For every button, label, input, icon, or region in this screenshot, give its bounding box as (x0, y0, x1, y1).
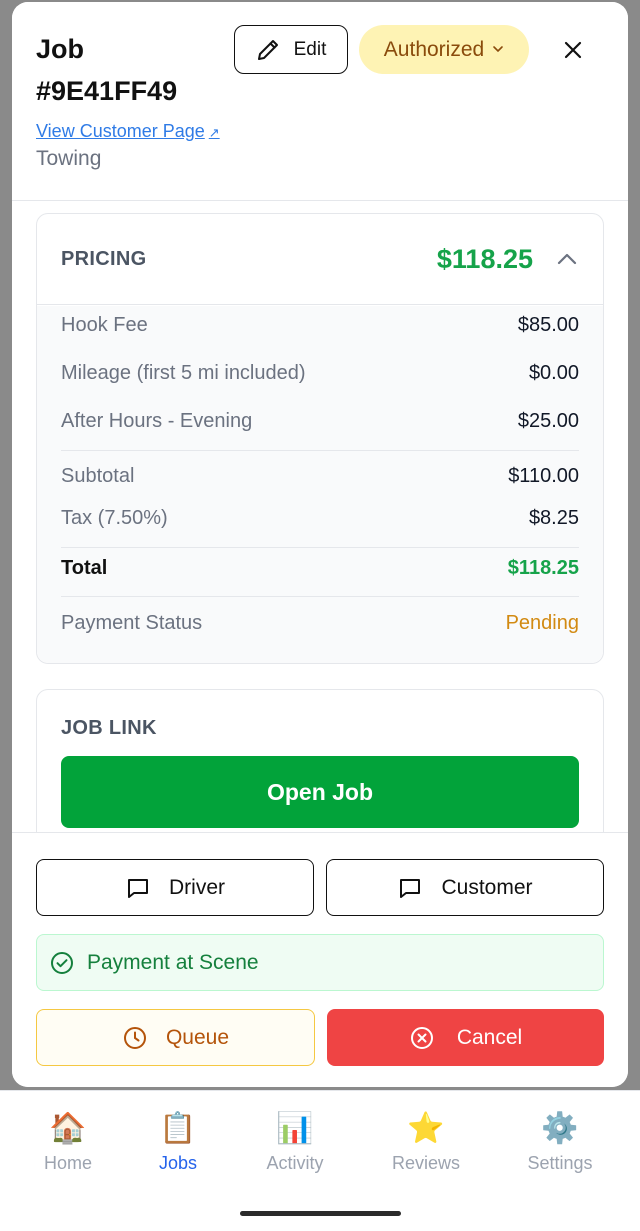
line-item-label: Mileage (first 5 mi included) (61, 362, 306, 384)
message-icon (400, 878, 421, 898)
external-link-icon: ↗ (208, 125, 220, 140)
tax-row: Tax (7.50%) $8.25 (61, 507, 579, 530)
payment-status-label: Payment Status (61, 612, 203, 634)
bottom-tab-bar: 🏠 Home 📋 Jobs 📊 Activity ⭐ Reviews ⚙️ Se… (0, 1090, 640, 1196)
gear-icon: ⚙️ (541, 1111, 579, 1146)
line-item-row: Mileage (first 5 mi included) $0.00 (61, 362, 579, 385)
modal-header: Job #9E41FF49 View Customer Page ↗ Towing… (12, 2, 628, 201)
divider (61, 596, 579, 597)
open-job-button[interactable]: Open Job (61, 756, 579, 828)
job-title: Job #9E41FF49 (36, 34, 178, 106)
close-button[interactable] (558, 35, 588, 65)
modal-scroll-content[interactable]: PRICING $118.25 Hook Fee $85.00 Mileage … (12, 201, 628, 832)
divider (61, 547, 579, 548)
subtotal-label: Subtotal (61, 465, 135, 487)
job-link-card: JOB LINK Open Job (36, 689, 604, 832)
total-row: Total $118.25 (61, 557, 579, 580)
clock-icon (123, 1026, 146, 1049)
line-item-row: After Hours - Evening $25.00 (61, 410, 579, 433)
pricing-header-total: $118.25 (436, 243, 533, 274)
tab-label: Reviews (391, 1153, 461, 1173)
pricing-section-label: PRICING (61, 247, 147, 270)
tab-label: Jobs (158, 1153, 198, 1173)
line-item-label: After Hours - Evening (61, 410, 253, 432)
divider (61, 450, 579, 451)
line-item-value: $0.00 (528, 362, 579, 384)
clipboard-icon: 📋 (159, 1111, 197, 1146)
line-item-value: $25.00 (517, 410, 579, 432)
line-item-label: Hook Fee (61, 314, 148, 336)
modal-footer: Driver Customer Payment at Scene Queue C… (12, 832, 628, 1087)
pricing-card: PRICING $118.25 Hook Fee $85.00 Mileage … (36, 213, 604, 664)
tab-home[interactable]: 🏠 Home (13, 1111, 123, 1181)
status-label: Authorized (383, 37, 485, 61)
house-icon: 🏠 (49, 1111, 87, 1146)
chevron-down-icon (492, 43, 504, 58)
queue-button[interactable]: Queue (36, 1009, 315, 1066)
status-dropdown[interactable]: Authorized (359, 25, 529, 74)
check-circle-icon (51, 951, 73, 974)
job-detail-modal: Job #9E41FF49 View Customer Page ↗ Towing… (12, 2, 628, 1087)
message-customer-button[interactable]: Customer (326, 859, 604, 916)
tab-label: Home (43, 1153, 92, 1173)
tab-settings[interactable]: ⚙️ Settings (505, 1111, 615, 1181)
line-item-row: Hook Fee $85.00 (61, 314, 579, 337)
subtotal-row: Subtotal $110.00 (61, 465, 579, 488)
total-value: $118.25 (507, 557, 579, 579)
bar-chart-icon: 📊 (276, 1111, 314, 1146)
pencil-icon (257, 39, 278, 60)
edit-button-label: Edit (293, 38, 327, 60)
total-label: Total (61, 557, 108, 579)
service-type: Towing (36, 147, 102, 170)
edit-button[interactable]: Edit (234, 25, 348, 74)
subtotal-value: $110.00 (508, 465, 579, 487)
tab-activity[interactable]: 📊 Activity (240, 1111, 350, 1181)
payment-banner-label: Payment at Scene (87, 950, 259, 974)
tab-label: Settings (527, 1153, 593, 1173)
tax-value: $8.25 (528, 507, 579, 529)
driver-button-label: Driver (169, 875, 225, 899)
view-customer-link-label: View Customer Page (36, 121, 205, 141)
message-driver-button[interactable]: Driver (36, 859, 314, 916)
line-item-value: $85.00 (517, 314, 579, 336)
tab-reviews[interactable]: ⭐ Reviews (371, 1111, 481, 1181)
star-icon: ⭐ (407, 1111, 445, 1146)
cancel-button-label: Cancel (456, 1025, 523, 1049)
message-icon (128, 878, 148, 898)
tax-label: Tax (7.50%) (61, 507, 168, 529)
pricing-breakdown: Hook Fee $85.00 Mileage (first 5 mi incl… (37, 306, 603, 663)
chevron-up-icon[interactable] (555, 247, 579, 271)
queue-button-label: Queue (165, 1025, 230, 1049)
payment-status-row: Payment Status Pending (61, 612, 579, 635)
tab-jobs[interactable]: 📋 Jobs (123, 1111, 233, 1181)
view-customer-link[interactable]: View Customer Page ↗ (36, 121, 220, 142)
customer-button-label: Customer (441, 875, 533, 899)
payment-status-value: Pending (505, 612, 579, 634)
tab-label: Activity (266, 1153, 324, 1173)
x-circle-icon (410, 1026, 433, 1049)
home-indicator[interactable] (240, 1211, 401, 1216)
pricing-header[interactable]: PRICING $118.25 (37, 214, 603, 305)
close-icon (564, 41, 582, 59)
payment-at-scene-banner: Payment at Scene (36, 934, 604, 991)
cancel-button[interactable]: Cancel (327, 1009, 604, 1066)
job-link-section-label: JOB LINK (61, 717, 157, 739)
